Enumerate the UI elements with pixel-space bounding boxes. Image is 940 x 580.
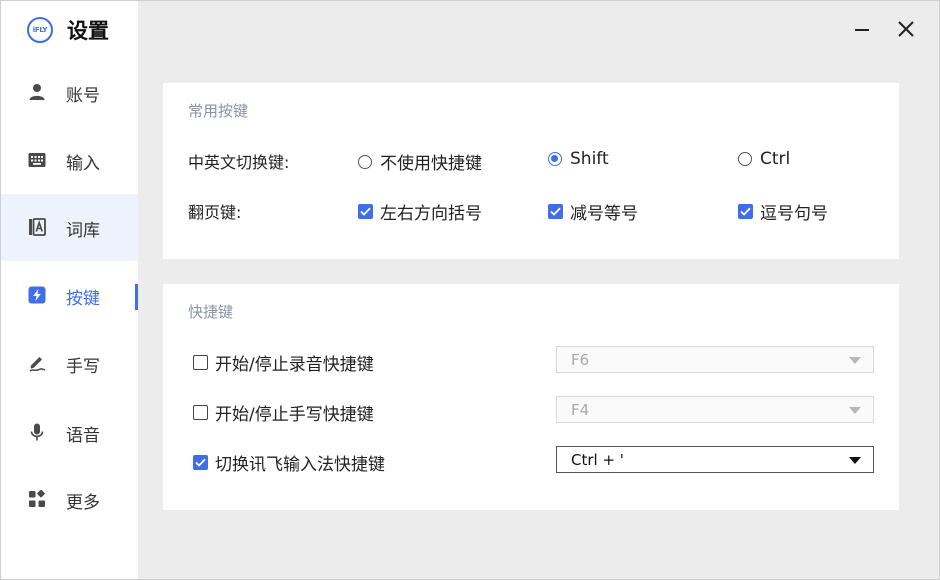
checkmark-icon [550, 207, 561, 216]
sidebar-item-account[interactable]: 账号 [1, 59, 138, 126]
select-value: F6 [571, 351, 590, 369]
sidebar-item-label: 词库 [66, 221, 100, 241]
checkbox-minus-equal[interactable]: 减号等号 [548, 199, 638, 224]
radio-ctrl[interactable]: Ctrl [738, 149, 790, 169]
shortcuts-card: 快捷键 开始/停止录音快捷键 F6 开始/停止手写快捷键 F4 切换讯飞输入法快… [163, 284, 899, 510]
radio-circle [548, 152, 562, 166]
switch-key-label: 中英文切换键: [188, 153, 290, 172]
ifly-logo: iFLY [27, 17, 53, 43]
brand: iFLY 设置 [27, 15, 109, 45]
checkbox-handwrite-shortcut[interactable]: 开始/停止手写快捷键 [193, 400, 374, 425]
settings-window: iFLY 设置 账号 输入 词库 按键 手写 语音 更多 常用按键 中英文切换键… [0, 0, 940, 580]
select-value: Ctrl + ' [571, 451, 624, 469]
dropdown-arrow-icon [849, 357, 861, 364]
sidebar: iFLY 设置 账号 输入 词库 按键 手写 语音 更多 [1, 1, 138, 579]
sidebar-item-handwriting[interactable]: 手写 [1, 330, 138, 397]
pen-icon [29, 357, 46, 372]
sidebar-item-more[interactable]: 更多 [1, 466, 138, 533]
sidebar-item-voice[interactable]: 语音 [1, 399, 138, 466]
lexicon-icon [29, 218, 46, 236]
sidebar-item-label: 账号 [66, 86, 100, 106]
checkbox-box [358, 204, 373, 219]
checkbox-box [193, 405, 208, 420]
app-title: 设置 [67, 19, 109, 43]
checkbox-box [193, 455, 208, 470]
checkbox-box [193, 355, 208, 370]
checkbox-switch-ime-shortcut[interactable]: 切换讯飞输入法快捷键 [193, 450, 385, 475]
keyboard-icon [28, 153, 46, 167]
checkmark-icon [360, 207, 371, 216]
select-value: F4 [571, 401, 590, 419]
sidebar-item-label: 按键 [66, 289, 100, 309]
checkbox-label: 逗号句号 [760, 204, 828, 224]
radio-circle [738, 152, 752, 166]
card-title: 快捷键 [188, 303, 234, 321]
radio-circle [358, 154, 372, 169]
radio-label: Ctrl [760, 149, 791, 169]
dropdown-arrow-icon [849, 407, 861, 414]
checkmark-icon [740, 207, 751, 216]
checkbox-box [548, 204, 563, 219]
checkbox-brackets[interactable]: 左右方向括号 [358, 199, 482, 224]
checkbox-label: 开始/停止手写快捷键 [215, 405, 374, 425]
checkbox-label: 减号等号 [570, 204, 638, 224]
radio-no-shortcut[interactable]: 不使用快捷键 [358, 149, 482, 174]
sidebar-item-label: 语音 [66, 426, 100, 446]
switch-ime-shortcut-select[interactable]: Ctrl + ' [556, 446, 874, 473]
checkbox-label: 左右方向括号 [380, 204, 482, 224]
radio-label: Shift [570, 149, 609, 169]
record-shortcut-select[interactable]: F6 [556, 346, 874, 373]
sidebar-item-label: 输入 [66, 154, 100, 174]
sidebar-item-keys[interactable]: 按键 [1, 262, 138, 329]
radio-shift[interactable]: Shift [548, 149, 609, 169]
common-keys-card: 常用按键 中英文切换键: 不使用快捷键 Shift Ctrl 翻页键: 左右方向… [163, 83, 899, 259]
radio-label: 不使用快捷键 [380, 154, 482, 174]
minimize-button[interactable] [850, 17, 874, 41]
sidebar-item-label: 更多 [66, 493, 100, 513]
checkbox-label: 开始/停止录音快捷键 [215, 355, 374, 375]
checkbox-comma-period[interactable]: 逗号句号 [738, 199, 828, 224]
checkmark-icon [195, 458, 206, 467]
close-button[interactable] [894, 17, 918, 41]
checkbox-box [738, 204, 753, 219]
microphone-icon [30, 423, 44, 441]
sidebar-item-lexicon[interactable]: 词库 [1, 194, 138, 261]
sidebar-item-label: 手写 [66, 357, 100, 377]
user-icon [29, 84, 45, 100]
apps-icon [29, 490, 45, 507]
dropdown-arrow-icon [849, 457, 861, 464]
checkbox-label: 切换讯飞输入法快捷键 [215, 455, 385, 475]
checkbox-record-shortcut[interactable]: 开始/停止录音快捷键 [193, 350, 374, 375]
sidebar-item-input[interactable]: 输入 [1, 127, 138, 194]
handwrite-shortcut-select[interactable]: F4 [556, 396, 874, 423]
card-title: 常用按键 [188, 102, 249, 120]
lightning-icon [28, 286, 46, 304]
page-key-label: 翻页键: [188, 203, 242, 222]
